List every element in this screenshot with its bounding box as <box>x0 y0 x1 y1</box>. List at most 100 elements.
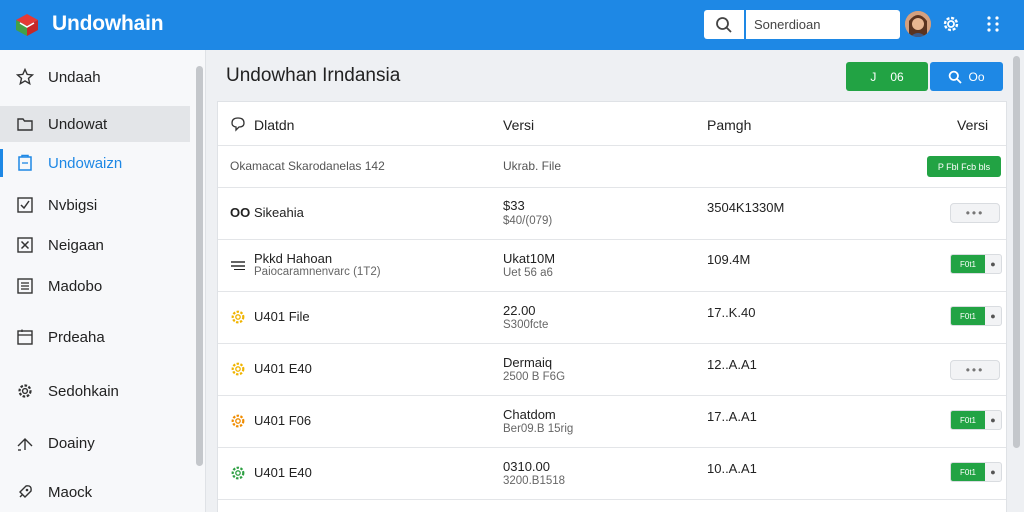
table-row[interactable]: U401 E40 Dermaiq 2500 B F6G 12..A.A1 ••• <box>218 344 1006 396</box>
checkbox-icon <box>17 197 33 213</box>
sidebar-scrollbar[interactable] <box>196 66 203 466</box>
row-name: Sikeahia <box>254 205 304 220</box>
summary-version: Ukrab. File <box>503 159 562 173</box>
dropdown-dot-icon[interactable]: ● <box>985 463 1001 481</box>
summary-name: Okamacat Skarodanelas 142 <box>230 159 385 173</box>
row-name: U401 E40 <box>254 465 312 480</box>
row-action-label[interactable]: F0t1 <box>951 411 985 429</box>
row-name: Pkkd Hahoan <box>254 251 333 266</box>
sidebar-item-label: Maock <box>48 483 93 501</box>
sidebar-item-label: Prdeaha <box>48 328 105 346</box>
sidebar-item-neigaan[interactable]: Neigaan <box>0 227 190 263</box>
logo-icon <box>16 14 38 36</box>
sidebar-item-label: Undaah <box>48 68 101 86</box>
avatar[interactable] <box>905 11 931 37</box>
row-version-sub: S300fcte <box>503 319 549 331</box>
comment-icon <box>231 117 245 132</box>
sidebar-item-undowaizn[interactable]: Undowaizn <box>0 145 190 181</box>
main-scrollbar[interactable] <box>1013 56 1020 448</box>
row-version-sub: Ber09.B 15rig <box>503 423 574 435</box>
sidebar-item-doainy[interactable]: Doainy <box>0 425 190 461</box>
search-action-button[interactable]: Oo <box>930 62 1003 91</box>
table-header: Dlatdn Versi Pamgh Versi <box>218 102 1006 146</box>
row-more-button[interactable]: ••• <box>950 360 1000 380</box>
top-bar: Undowhain <box>0 0 1024 50</box>
sidebar-item-label: Doainy <box>48 434 95 452</box>
row-action-label[interactable]: F0t1 <box>951 307 985 325</box>
gear-yellow-icon <box>231 362 245 376</box>
search-icon <box>716 16 732 33</box>
window-icon <box>17 329 33 345</box>
app-title: Undowhain <box>52 12 164 35</box>
column-header-name[interactable]: Dlatdn <box>254 117 294 133</box>
row-name: U401 F06 <box>254 413 312 428</box>
row-size: 3504K1330M <box>707 200 785 215</box>
table-row[interactable]: OO Sikeahia $33 $40/(079) 3504K1330M ••• <box>218 188 1006 240</box>
dropdown-dot-icon[interactable]: ● <box>985 307 1001 325</box>
search-button[interactable] <box>704 10 744 39</box>
close-box-icon <box>17 237 33 253</box>
user-avatar-icon <box>905 11 931 37</box>
files-table: Dlatdn Versi Pamgh Versi Okamacat Skarod… <box>217 101 1007 512</box>
row-version: Chatdom <box>503 407 556 422</box>
gear-green-icon <box>231 466 245 480</box>
sidebar-item-sedohkain[interactable]: Sedohkain <box>0 373 190 409</box>
dropdown-dot-icon[interactable]: ● <box>985 255 1001 273</box>
sidebar-item-label: Nvbigsi <box>48 196 98 214</box>
apps-menu-button[interactable] <box>980 11 1006 37</box>
column-header-version-2[interactable]: Versi <box>957 117 988 133</box>
gear-orange-icon <box>231 414 245 428</box>
sidebar-item-label: Undowat <box>48 115 108 133</box>
row-version-sub: 2500 B F6G <box>503 371 566 383</box>
sidebar-item-label: Undowaizn <box>48 154 123 172</box>
search-icon <box>949 70 963 84</box>
primary-action-left-label: J <box>870 69 877 84</box>
row-action-label[interactable]: F0t1 <box>951 255 985 273</box>
row-action-split-button[interactable]: F0t1 ● <box>950 462 1002 482</box>
row-name: U401 E40 <box>254 361 312 376</box>
row-action-split-button[interactable]: F0t1 ● <box>950 254 1002 274</box>
sidebar-item-undowat[interactable]: Undowat <box>0 106 190 142</box>
gear-icon <box>18 384 32 398</box>
summary-action-button[interactable]: P Fbl Fcb bls <box>927 156 1001 177</box>
row-version: 22.00 <box>503 303 536 318</box>
rocket-icon <box>19 485 32 498</box>
row-size: 17..A.A1 <box>707 409 757 424</box>
sidebar-item-undaah[interactable]: Undaah <box>0 59 190 95</box>
row-action-split-button[interactable]: F0t1 ● <box>950 410 1002 430</box>
star-icon <box>16 68 34 86</box>
row-size: 109.4M <box>707 252 751 267</box>
sidebar-item-label: Sedohkain <box>48 382 119 400</box>
table-row[interactable]: U401 E40 0310.00 3200.B1518 10..A.A1 F0t… <box>218 448 1006 500</box>
primary-action-button[interactable]: J 06 <box>846 62 928 91</box>
row-version: Dermaiq <box>503 355 553 370</box>
row-icon-label: OO <box>230 205 251 220</box>
gear-yellow-icon <box>231 310 245 324</box>
row-action-label[interactable]: F0t1 <box>951 463 985 481</box>
primary-action-right-label: 06 <box>890 69 904 84</box>
folder-icon <box>17 118 33 131</box>
table-row[interactable]: U401 F06 Chatdom Ber09.B 15rig 17..A.A1 … <box>218 396 1006 448</box>
row-version-sub: $40/(079) <box>503 215 553 227</box>
sidebar-item-prdeaha[interactable]: Prdeaha <box>0 319 190 355</box>
search-input[interactable] <box>746 10 900 39</box>
row-more-button[interactable]: ••• <box>950 203 1000 223</box>
column-header-size[interactable]: Pamgh <box>707 117 751 133</box>
document-icon <box>18 154 32 171</box>
row-size: 10..A.A1 <box>707 461 757 476</box>
table-row[interactable]: U401 File 22.00 S300fcte 17..K.40 F0t1 ● <box>218 292 1006 344</box>
sidebar-item-maock[interactable]: Maock <box>0 474 190 510</box>
settings-button[interactable] <box>938 11 964 37</box>
sidebar-item-madobo[interactable]: Madobo <box>0 268 190 304</box>
sidebar-item-label: Neigaan <box>48 236 104 254</box>
row-action-split-button[interactable]: F0t1 ● <box>950 306 1002 326</box>
dropdown-dot-icon[interactable]: ● <box>985 411 1001 429</box>
sidebar-item-nvbigsi[interactable]: Nvbigsi <box>0 187 190 223</box>
search-action-label: Oo <box>968 69 985 84</box>
table-summary-row: Okamacat Skarodanelas 142 Ukrab. File P … <box>218 146 1006 188</box>
sidebar: Undaah Undowat Undowaizn Nvbigsi Neigaan… <box>0 50 206 512</box>
table-row[interactable]: Pkkd Hahoan Paiocaramnenvarc (1T2) Ukat1… <box>218 240 1006 292</box>
row-version-sub: Uet 56 a6 <box>503 267 553 279</box>
column-header-version[interactable]: Versi <box>503 117 534 133</box>
sidebar-item-label: Madobo <box>48 277 103 295</box>
